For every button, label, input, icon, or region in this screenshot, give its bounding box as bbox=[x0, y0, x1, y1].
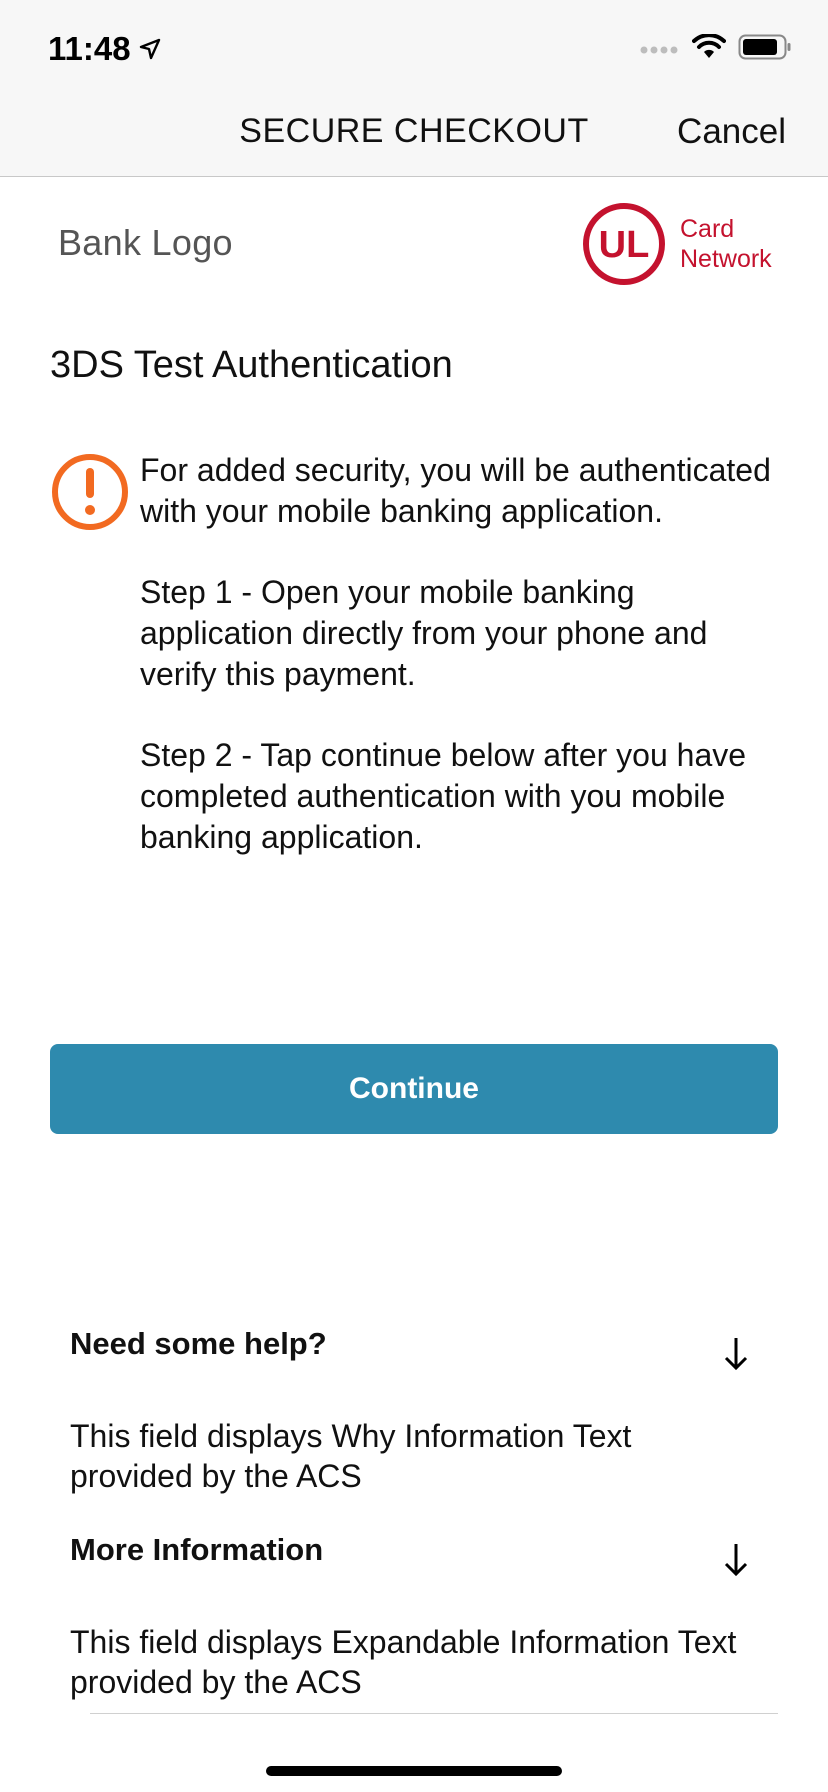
expandable-info-section: More Information This field displays Exp… bbox=[70, 1532, 750, 1702]
page-title: 3DS Test Authentication bbox=[50, 344, 453, 386]
bank-logo: Bank Logo bbox=[58, 222, 233, 263]
card-network-label-line1: Card bbox=[680, 215, 735, 243]
expandable-info-title: More Information bbox=[70, 1532, 324, 1567]
status-time-group: 11:48 bbox=[48, 30, 161, 68]
message-step-1: Step 1 - Open your mobile banking applic… bbox=[140, 574, 708, 692]
expandable-info-toggle[interactable]: More Information bbox=[70, 1532, 750, 1592]
why-info-title: Need some help? bbox=[70, 1326, 327, 1361]
arrow-down-icon bbox=[724, 1544, 748, 1577]
card-network-logo-icon: UL bbox=[583, 203, 665, 285]
logo-row: Bank Logo UL Card Network bbox=[0, 196, 828, 296]
cancel-button[interactable]: Cancel bbox=[677, 112, 786, 152]
card-network-label-line2: Network bbox=[680, 245, 772, 273]
home-indicator[interactable] bbox=[266, 1766, 562, 1776]
auth-message: For added security, you will be authenti… bbox=[140, 450, 780, 898]
status-icons bbox=[640, 34, 792, 60]
card-network-label: Card Network bbox=[680, 214, 772, 274]
arrow-down-icon bbox=[724, 1338, 748, 1371]
message-step-2: Step 2 - Tap continue below after you ha… bbox=[140, 737, 747, 855]
status-bar: 11:48 bbox=[0, 0, 828, 96]
divider bbox=[90, 1713, 778, 1714]
location-arrow-icon bbox=[139, 38, 160, 60]
why-info-toggle[interactable]: Need some help? bbox=[70, 1326, 750, 1386]
network-logo-text: UL bbox=[599, 224, 650, 266]
why-info-section: Need some help? This field displays Why … bbox=[70, 1326, 750, 1496]
nav-bar: SECURE CHECKOUT Cancel bbox=[0, 96, 828, 177]
wifi-icon bbox=[692, 34, 726, 58]
status-time: 11:48 bbox=[48, 30, 131, 67]
continue-button[interactable]: Continue bbox=[50, 1044, 778, 1134]
signal-icon bbox=[640, 46, 678, 54]
message-intro: For added security, you will be authenti… bbox=[140, 452, 771, 529]
battery-icon bbox=[738, 34, 791, 60]
warning-icon bbox=[52, 454, 128, 530]
why-info-text: This field displays Why Information Text… bbox=[70, 1418, 632, 1494]
expandable-info-text: This field displays Expandable Informati… bbox=[70, 1624, 737, 1700]
